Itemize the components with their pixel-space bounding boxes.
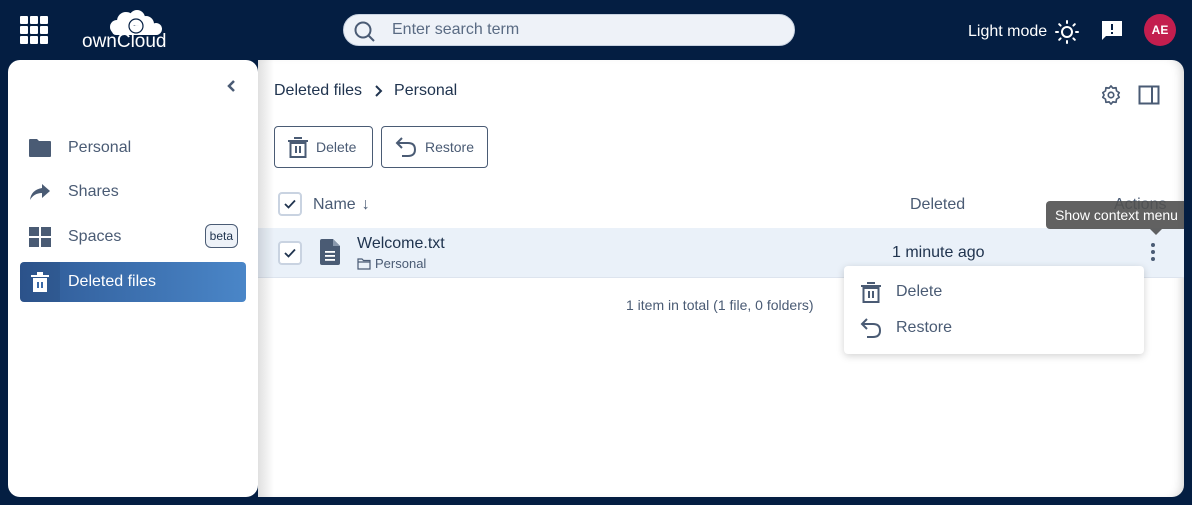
app-switcher-grid-icon[interactable]	[20, 16, 48, 44]
column-name-label: Name	[313, 196, 356, 213]
gear-icon	[1101, 85, 1121, 105]
column-header-name[interactable]: Name ↓	[313, 196, 370, 214]
feedback-button[interactable]	[1101, 20, 1123, 47]
theme-toggle-label: Light mode	[968, 23, 1048, 40]
row-checkbox[interactable]	[278, 241, 302, 265]
delete-button-label: Delete	[316, 139, 357, 155]
owncloud-logo[interactable]: ownCloud	[80, 6, 172, 52]
breadcrumb: Deleted files Personal	[274, 82, 457, 100]
spaces-grid-icon	[20, 217, 60, 257]
deleted-time: 1 minute ago	[892, 244, 985, 261]
sidebar-item-shares[interactable]: Shares	[20, 172, 246, 212]
context-menu-delete[interactable]: Delete	[860, 277, 1130, 307]
context-menu-button[interactable]	[1150, 242, 1156, 267]
breadcrumb-item-personal: Personal	[394, 82, 458, 99]
trash-icon	[288, 137, 308, 158]
folder-outline-icon	[357, 257, 371, 270]
context-menu-restore[interactable]: Restore	[860, 313, 1130, 343]
chevron-left-icon	[227, 80, 235, 92]
user-avatar[interactable]: AE	[1144, 14, 1176, 46]
toggle-right-sidebar-button[interactable]	[1138, 84, 1160, 111]
file-name[interactable]: Welcome.txt	[357, 235, 445, 253]
folder-icon	[20, 128, 60, 168]
delete-button[interactable]: Delete	[274, 126, 373, 168]
chevron-right-icon	[375, 85, 383, 97]
kebab-menu-icon	[1151, 243, 1155, 261]
context-menu-restore-label: Restore	[896, 319, 953, 336]
file-location-label: Personal	[375, 256, 427, 271]
search-bar[interactable]	[343, 14, 795, 46]
text-file-icon	[320, 239, 340, 265]
view-settings-button[interactable]	[1100, 84, 1122, 111]
sidebar-item-label: Shares	[68, 183, 119, 200]
item-count-footer: 1 item in total (1 file, 0 folders)	[626, 297, 814, 313]
breadcrumb-item-deleted-files[interactable]: Deleted files	[274, 82, 362, 100]
sidebar-item-spaces[interactable]: Spaces beta	[20, 217, 246, 257]
sidebar-nav: Personal Shares Spaces beta Deleted file…	[8, 60, 258, 497]
trash-icon	[20, 262, 60, 302]
sidebar-item-label: Spaces	[68, 228, 122, 245]
file-location: Personal	[357, 256, 426, 271]
sidebar-item-personal[interactable]: Personal	[20, 128, 246, 168]
sidebar-item-label: Personal	[68, 139, 132, 156]
checkmark-icon	[284, 248, 296, 258]
restore-icon	[395, 137, 416, 157]
context-menu-delete-label: Delete	[896, 283, 943, 300]
collapse-sidebar-button[interactable]	[224, 78, 240, 99]
context-menu: Delete Restore	[844, 266, 1144, 354]
top-bar: ownCloud Light mode AE	[0, 0, 1192, 60]
sidebar-item-deleted-files[interactable]: Deleted files	[20, 262, 246, 302]
share-icon	[20, 172, 60, 212]
feedback-icon	[1102, 21, 1122, 40]
beta-badge: beta	[204, 224, 238, 248]
restore-button[interactable]: Restore	[381, 126, 488, 168]
context-menu-tooltip: Show context menu	[1046, 201, 1184, 235]
search-icon	[354, 21, 375, 42]
restore-button-label: Restore	[424, 139, 474, 155]
sidebar-item-label: Deleted files	[68, 273, 157, 290]
sort-arrow-icon: ↓	[361, 196, 370, 213]
logo-text: ownCloud	[82, 31, 167, 50]
sun-icon	[1055, 20, 1080, 44]
checkmark-icon	[284, 199, 296, 209]
side-panel-icon	[1138, 85, 1160, 105]
theme-toggle[interactable]: Light mode	[968, 20, 1080, 44]
column-header-deleted[interactable]: Deleted	[910, 196, 965, 214]
select-all-checkbox[interactable]	[278, 192, 302, 216]
restore-icon	[860, 318, 882, 338]
trash-icon	[861, 282, 881, 303]
search-input[interactable]	[392, 15, 772, 45]
